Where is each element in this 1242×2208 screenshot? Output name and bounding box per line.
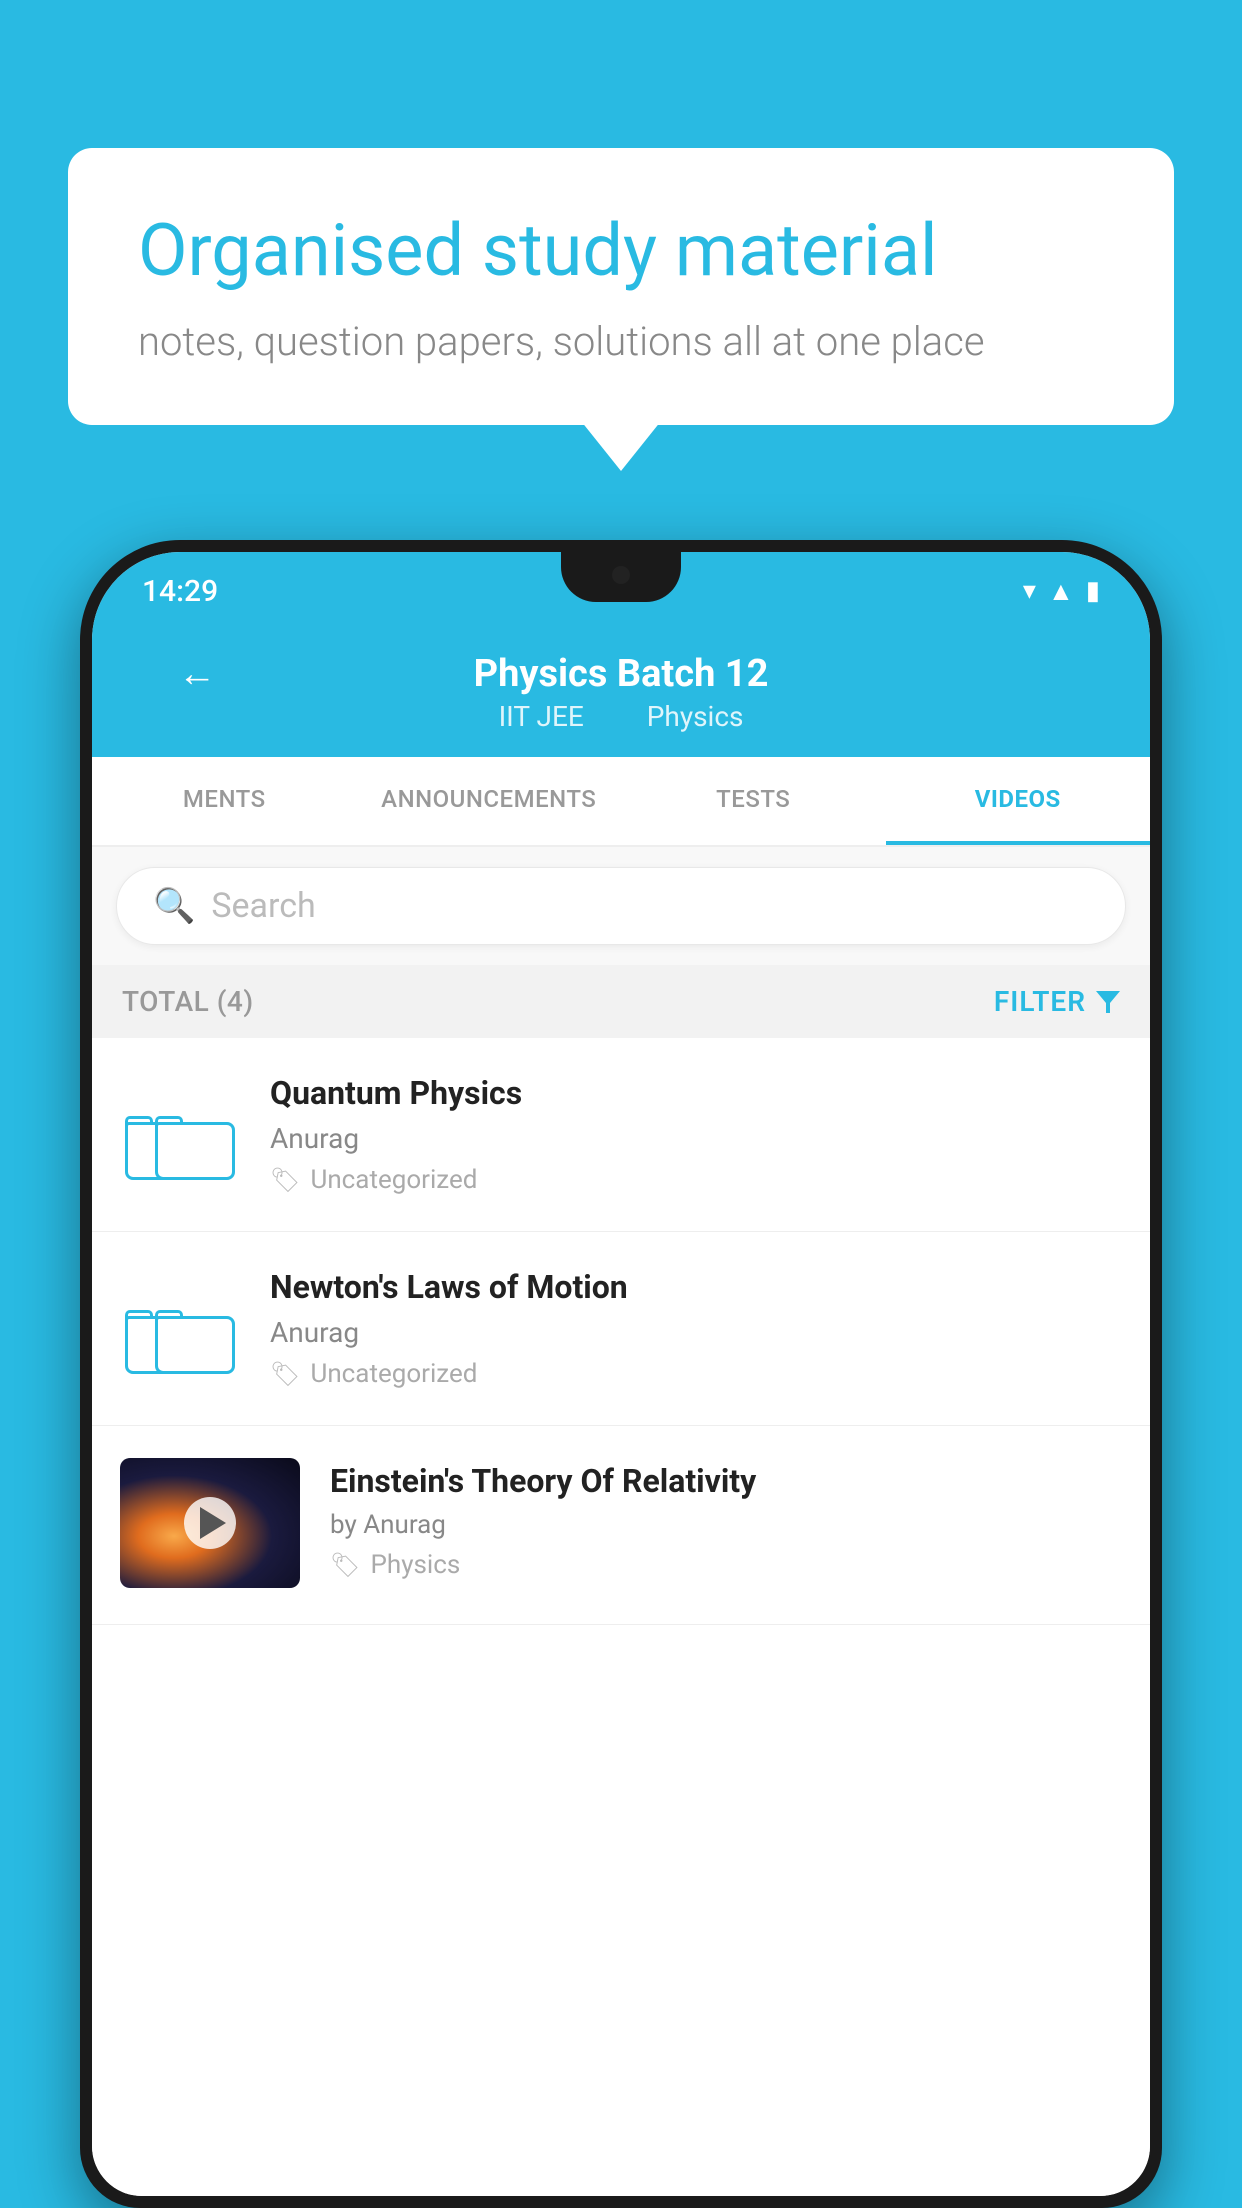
subtitle-physics: Physics xyxy=(647,700,744,733)
tab-videos[interactable]: VIDEOS xyxy=(886,757,1151,845)
double-folder-icon xyxy=(125,1090,235,1180)
video-info-2: Newton's Laws of Motion Anurag 🏷 Uncateg… xyxy=(270,1268,1122,1389)
wifi-icon: ▾ xyxy=(1023,576,1036,606)
subtitle-iitjee: IIT JEE xyxy=(499,700,584,733)
video-tag-3: 🏷 Physics xyxy=(330,1550,1122,1580)
tab-announcements[interactable]: ANNOUNCEMENTS xyxy=(357,757,622,845)
header-subtitle: IIT JEE Physics xyxy=(132,700,1110,733)
video-author-3: by Anurag xyxy=(330,1510,1122,1540)
filter-bar: TOTAL (4) FILTER xyxy=(92,965,1150,1038)
play-button[interactable] xyxy=(184,1497,236,1549)
battery-icon: ▮ xyxy=(1086,576,1100,606)
video-title-1: Quantum Physics xyxy=(270,1074,1122,1112)
list-item[interactable]: Newton's Laws of Motion Anurag 🏷 Uncateg… xyxy=(92,1232,1150,1426)
thumbnail-bg xyxy=(120,1458,300,1588)
phone-frame: 14:29 ▾ ▲ ▮ ← Physics Batch 12 IIT JEE P… xyxy=(80,540,1162,2208)
list-item[interactable]: Einstein's Theory Of Relativity by Anura… xyxy=(92,1426,1150,1625)
tab-tests[interactable]: TESTS xyxy=(621,757,886,845)
speech-bubble-container: Organised study material notes, question… xyxy=(68,148,1174,425)
tabs: MENTS ANNOUNCEMENTS TESTS VIDEOS xyxy=(92,757,1150,847)
speech-bubble: Organised study material notes, question… xyxy=(68,148,1174,425)
tag-icon-3: 🏷 xyxy=(330,1551,360,1579)
list-item[interactable]: Quantum Physics Anurag 🏷 Uncategorized xyxy=(92,1038,1150,1232)
search-bar[interactable]: 🔍 Search xyxy=(116,867,1126,945)
header-title: Physics Batch 12 xyxy=(132,652,1110,696)
status-time: 14:29 xyxy=(142,574,218,609)
folder-thumbnail-1 xyxy=(120,1075,240,1195)
signal-icon: ▲ xyxy=(1048,576,1074,607)
folder-thumbnail-2 xyxy=(120,1269,240,1389)
tag-icon-1: 🏷 xyxy=(270,1166,300,1194)
video-tag-2: 🏷 Uncategorized xyxy=(270,1359,1122,1389)
video-thumbnail-3 xyxy=(120,1458,300,1588)
status-icons: ▾ ▲ ▮ xyxy=(1023,576,1100,607)
video-info-3: Einstein's Theory Of Relativity by Anura… xyxy=(330,1458,1122,1580)
notch xyxy=(561,552,681,602)
tag-icon-2: 🏷 xyxy=(270,1360,300,1388)
back-button[interactable]: ← xyxy=(178,652,216,696)
tab-ments[interactable]: MENTS xyxy=(92,757,357,845)
video-tag-1: 🏷 Uncategorized xyxy=(270,1165,1122,1195)
total-count: TOTAL (4) xyxy=(122,985,254,1018)
video-list: Quantum Physics Anurag 🏷 Uncategorized xyxy=(92,1038,1150,2196)
phone-screen: 14:29 ▾ ▲ ▮ ← Physics Batch 12 IIT JEE P… xyxy=(92,552,1150,2196)
play-icon xyxy=(200,1507,226,1539)
header-inner: ← Physics Batch 12 IIT JEE Physics xyxy=(132,652,1110,733)
double-folder-icon-2 xyxy=(125,1284,235,1374)
video-title-3: Einstein's Theory Of Relativity xyxy=(330,1462,1122,1500)
filter-funnel-icon xyxy=(1096,991,1120,1013)
filter-button[interactable]: FILTER xyxy=(994,985,1120,1018)
speech-bubble-subtext: notes, question papers, solutions all at… xyxy=(138,318,1104,365)
app-header: ← Physics Batch 12 IIT JEE Physics xyxy=(92,624,1150,757)
search-icon: 🔍 xyxy=(153,886,195,926)
video-author-1: Anurag xyxy=(270,1122,1122,1155)
video-author-2: Anurag xyxy=(270,1316,1122,1349)
video-title-2: Newton's Laws of Motion xyxy=(270,1268,1122,1306)
search-input-placeholder[interactable]: Search xyxy=(211,886,315,926)
video-info-1: Quantum Physics Anurag 🏷 Uncategorized xyxy=(270,1074,1122,1195)
speech-bubble-headline: Organised study material xyxy=(138,208,1104,294)
search-bar-wrapper: 🔍 Search xyxy=(92,847,1150,965)
